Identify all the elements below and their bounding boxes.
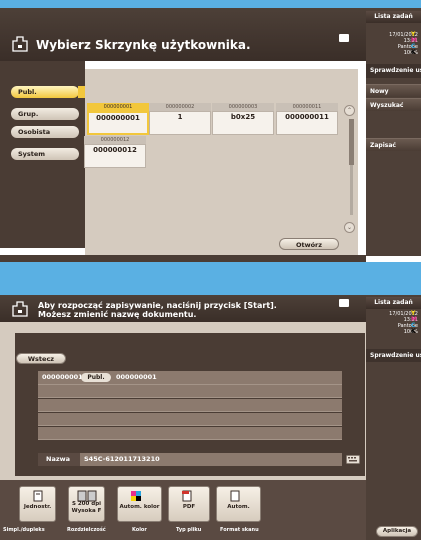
- save-document-screen: Aby rozpocząć zapisywanie, naciśnij przy…: [0, 270, 421, 540]
- top-band: [0, 0, 421, 8]
- page-title: Wybierz Skrzynkę użytkownika.: [36, 38, 251, 52]
- title-bar: Wybierz Skrzynkę użytkownika.: [0, 8, 366, 61]
- tab-public[interactable]: Publ.: [11, 86, 79, 98]
- path-row: 000000001 Publ. 000000001: [38, 371, 342, 385]
- tab-system[interactable]: System: [11, 148, 79, 160]
- page-title: Aby rozpocząć zapisywanie, naciśnij przy…: [38, 301, 277, 319]
- select-user-box-screen: Wybierz Skrzynkę użytkownika. Lista zada…: [0, 0, 421, 270]
- instruction-line2: Możesz zmienić nazwę dokumentu.: [38, 310, 197, 319]
- search-button[interactable]: Wyszukać: [366, 98, 421, 111]
- user-box[interactable]: 000000003 b0x25: [212, 103, 274, 135]
- list-row: [38, 413, 342, 426]
- resolution-caption: Rozdzielczość: [67, 527, 106, 533]
- scan-size-icon: [230, 490, 240, 502]
- box-name: 000000011: [276, 111, 338, 135]
- color-icon: [131, 491, 141, 501]
- scan-size-button[interactable]: Autom.: [216, 486, 261, 522]
- file-name-field[interactable]: S45C-612011713210: [80, 453, 342, 466]
- resolution-label: S 200 dpi Wysoka F: [71, 501, 102, 514]
- open-button[interactable]: Otwórz: [279, 238, 339, 250]
- tab-group[interactable]: Grup.: [11, 108, 79, 120]
- list-row: [38, 399, 342, 412]
- box-number: 000000002: [149, 103, 211, 111]
- bottom-bar: [0, 255, 366, 262]
- list-row: [38, 385, 342, 398]
- new-button[interactable]: Nowy: [366, 84, 421, 97]
- application-button[interactable]: Aplikacja: [376, 526, 418, 537]
- path-box-name: 000000001: [116, 373, 157, 381]
- user-box[interactable]: 000000012 000000012: [84, 136, 146, 168]
- toner-k: K: [411, 49, 416, 56]
- user-box-icon: [12, 36, 28, 52]
- color-label: Autom. kolor: [119, 504, 160, 510]
- scroll-thumb[interactable]: [349, 119, 354, 165]
- top-band: [0, 270, 421, 295]
- check-settings-button[interactable]: Sprawdzenie ustaw: [366, 349, 421, 362]
- user-box[interactable]: 000000001 000000001: [87, 103, 149, 135]
- pdf-icon: [182, 490, 192, 502]
- box-name: 000000001: [87, 111, 149, 135]
- check-settings-button[interactable]: Sprawdzenie ustaw: [366, 64, 421, 78]
- toner-levels: Y M C K: [411, 32, 421, 56]
- file-type-label: PDF: [182, 504, 196, 510]
- path-tab: Publ.: [81, 373, 111, 382]
- file-type-button[interactable]: PDF: [168, 486, 210, 522]
- job-list-button[interactable]: Lista zadań: [366, 297, 421, 309]
- user-box-icon: [12, 301, 28, 317]
- scan-size-caption: Format skanu: [220, 527, 259, 533]
- box-number: 000000011: [276, 103, 338, 111]
- name-label: Nazwa: [38, 453, 80, 466]
- save-button[interactable]: Zapisać: [366, 138, 421, 151]
- scrollbar[interactable]: [346, 105, 356, 229]
- duplex-caption: Simpl./dupleks: [3, 527, 45, 533]
- title-bar: Aby rozpocząć zapisywanie, naciśnij przy…: [0, 295, 366, 322]
- path-box-id: 000000001: [42, 373, 83, 381]
- keyboard-icon[interactable]: [346, 455, 360, 464]
- file-type-caption: Typ pliku: [176, 527, 202, 533]
- box-name: 000000012: [84, 144, 146, 168]
- box-number: 000000003: [212, 103, 274, 111]
- toner-k: K: [411, 328, 416, 335]
- toner-levels: Y M C K: [411, 311, 421, 335]
- box-number: 000000012: [84, 136, 146, 144]
- duplex-label: Jednostr.: [23, 504, 52, 510]
- mail-icon: [339, 34, 349, 42]
- mail-icon: [339, 299, 349, 307]
- back-button[interactable]: Wstecz: [16, 353, 66, 364]
- color-button[interactable]: Autom. kolor: [117, 486, 162, 522]
- list-row: [38, 427, 342, 440]
- scroll-down-icon[interactable]: ⌄: [344, 222, 355, 233]
- box-name: b0x25: [212, 111, 274, 135]
- user-box[interactable]: 000000011 000000011: [276, 103, 338, 135]
- resolution-button[interactable]: S 200 dpi Wysoka F: [68, 486, 105, 522]
- screen-separator: [0, 262, 421, 270]
- box-number: 000000001: [87, 103, 149, 111]
- job-list-button[interactable]: Lista zadań: [366, 11, 421, 23]
- instruction-line1: Aby rozpocząć zapisywanie, naciśnij przy…: [38, 301, 277, 310]
- single-page-icon: [33, 490, 43, 502]
- user-box[interactable]: 000000002 1: [149, 103, 211, 135]
- tab-personal[interactable]: Osobista: [11, 126, 79, 138]
- scan-size-label: Autom.: [227, 504, 250, 510]
- duplex-button[interactable]: Jednostr.: [19, 486, 56, 522]
- scroll-track: [349, 119, 354, 215]
- box-name: 1: [149, 111, 211, 135]
- color-caption: Kolor: [132, 527, 147, 533]
